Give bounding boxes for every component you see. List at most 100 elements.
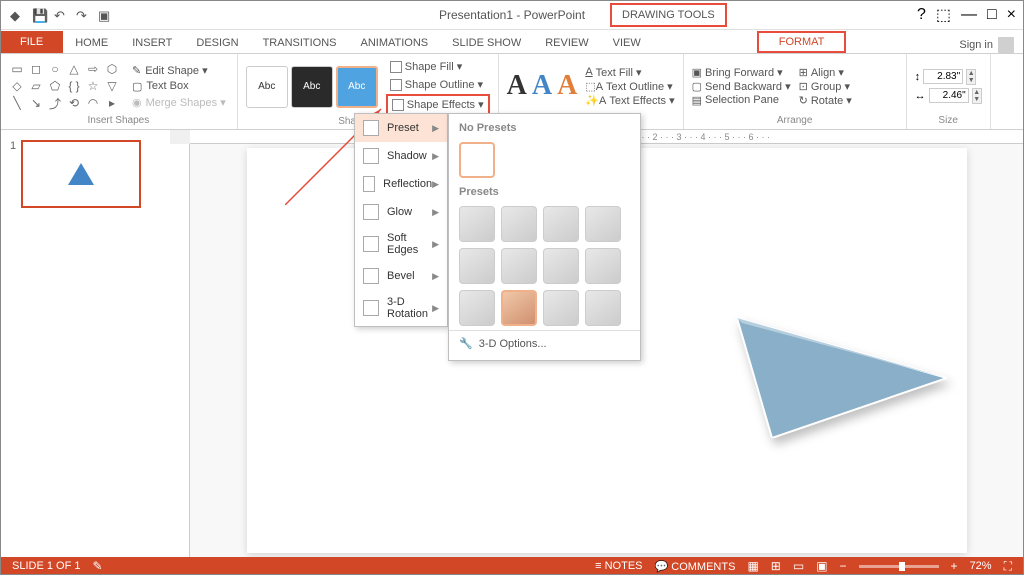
preset-swatch[interactable]	[585, 248, 621, 284]
shapes-gallery[interactable]: ▭◻○△⇨⬡ ◇▱⬠{ }☆▽ ╲↘⤴⟲◠▸	[8, 61, 121, 111]
text-outline-label: Text Outline ▾	[606, 80, 673, 93]
text-fill-button[interactable]: AText Fill ▾	[585, 66, 674, 79]
slide-panel[interactable]: 1	[0, 130, 170, 557]
chevron-right-icon: ▶	[432, 303, 439, 314]
preset-swatch[interactable]	[459, 290, 495, 326]
normal-view-icon[interactable]: ▦	[747, 559, 758, 573]
bring-forward-button[interactable]: ▣ Bring Forward ▾	[692, 66, 791, 79]
avatar-icon	[998, 37, 1014, 53]
shadow-icon	[363, 148, 379, 164]
shape-outline-button[interactable]: Shape Outline ▾	[386, 76, 490, 93]
effects-glow[interactable]: Glow ▶	[355, 198, 447, 226]
sign-in[interactable]: Sign in	[959, 37, 1014, 53]
group-button[interactable]: ⊡ Group ▾	[799, 80, 898, 93]
effects-bevel[interactable]: Bevel ▶	[355, 262, 447, 290]
effects-preset[interactable]: Preset ▶	[355, 114, 447, 142]
chevron-right-icon: ▶	[432, 207, 439, 218]
notes-button[interactable]: ≡ NOTES	[595, 560, 642, 572]
style-swatch-3[interactable]: Abc	[336, 66, 378, 108]
width-input[interactable]	[929, 88, 969, 103]
preset-none[interactable]	[459, 142, 495, 178]
effects-3drotation[interactable]: 3-D Rotation ▶	[355, 290, 447, 326]
text-effects-button[interactable]: ✨AText Effects ▾	[585, 94, 674, 107]
tab-review[interactable]: REVIEW	[533, 33, 600, 53]
maximize-icon[interactable]: □	[987, 6, 997, 24]
height-up[interactable]: ▲	[967, 70, 975, 77]
chevron-right-icon: ▶	[432, 239, 439, 250]
reading-view-icon[interactable]: ▭	[793, 559, 804, 573]
save-icon[interactable]: 💾	[32, 8, 46, 22]
redo-icon[interactable]: ↷	[76, 8, 90, 22]
sorter-view-icon[interactable]: ⊞	[771, 559, 781, 573]
zoom-in-icon[interactable]: +	[951, 559, 958, 573]
preset-swatch[interactable]	[459, 206, 495, 242]
text-outline-button[interactable]: ⬚AText Outline ▾	[585, 80, 674, 93]
spellcheck-icon[interactable]: ✎	[92, 559, 102, 573]
preset-swatch[interactable]	[543, 290, 579, 326]
drawing-tools-context: DRAWING TOOLS	[610, 3, 727, 27]
arrange-label: Arrange	[692, 114, 898, 127]
text-box-button[interactable]: ▢Text Box	[129, 79, 229, 94]
zoom-out-icon[interactable]: −	[840, 559, 847, 573]
fit-to-window-icon[interactable]: ⛶	[1004, 559, 1012, 574]
slide-thumbnail[interactable]	[21, 140, 141, 208]
shape-style-gallery[interactable]: Abc Abc Abc	[246, 66, 378, 108]
width-up[interactable]: ▲	[973, 89, 981, 96]
effects-reflection[interactable]: Reflection ▶	[355, 170, 447, 198]
effects-shadow[interactable]: Shadow ▶	[355, 142, 447, 170]
help-icon[interactable]: ?	[917, 6, 926, 24]
reflection-icon	[363, 176, 375, 192]
style-swatch-2[interactable]: Abc	[291, 66, 333, 108]
tab-format[interactable]: FORMAT	[757, 31, 847, 53]
height-input[interactable]	[923, 69, 963, 84]
height-down[interactable]: ▼	[967, 77, 975, 84]
titlebar: ◆ 💾 ↶ ↷ ▣ Presentation1 - PowerPoint DRA…	[0, 0, 1024, 30]
tab-home[interactable]: HOME	[63, 33, 120, 53]
slide-info: SLIDE 1 OF 1	[12, 560, 80, 572]
preset-swatch[interactable]	[585, 206, 621, 242]
close-icon[interactable]: ×	[1007, 6, 1016, 24]
preset-swatch[interactable]	[459, 248, 495, 284]
edit-shape-button[interactable]: ✎Edit Shape ▾	[129, 63, 229, 78]
tab-animations[interactable]: ANIMATIONS	[349, 33, 441, 53]
slide-thumb-number: 1	[10, 140, 16, 208]
height-icon: ↕	[915, 71, 921, 83]
style-swatch-1[interactable]: Abc	[246, 66, 288, 108]
zoom-slider[interactable]	[859, 565, 939, 568]
minimize-icon[interactable]: —	[961, 6, 977, 24]
3d-options-button[interactable]: 🔧 3-D Options...	[449, 330, 640, 356]
tab-slideshow[interactable]: SLIDE SHOW	[440, 33, 533, 53]
window-title: Presentation1 - PowerPoint	[439, 8, 585, 22]
options3d-icon: 🔧	[459, 337, 473, 350]
undo-icon[interactable]: ↶	[54, 8, 68, 22]
tab-design[interactable]: DESIGN	[184, 33, 250, 53]
wordart-gallery[interactable]: A A A	[507, 70, 578, 102]
tab-transitions[interactable]: TRANSITIONS	[251, 33, 349, 53]
preset-swatch[interactable]	[543, 206, 579, 242]
tab-insert[interactable]: INSERT	[120, 33, 184, 53]
triangle-shape[interactable]	[737, 318, 947, 438]
presets-label: Presets	[449, 182, 640, 202]
selection-pane-button[interactable]: ▤ Selection Pane	[692, 94, 791, 107]
preset-swatch[interactable]	[501, 206, 537, 242]
tab-file[interactable]: FILE	[0, 31, 63, 53]
effects-softedges[interactable]: Soft Edges ▶	[355, 226, 447, 262]
shape-effects-button[interactable]: Shape Effects ▾	[386, 94, 490, 115]
zoom-value[interactable]: 72%	[970, 560, 992, 572]
preset-icon	[363, 120, 379, 136]
preset-swatch[interactable]	[543, 248, 579, 284]
width-down[interactable]: ▼	[973, 96, 981, 103]
send-backward-button[interactable]: ▢ Send Backward ▾	[692, 80, 791, 93]
shape-fill-button[interactable]: Shape Fill ▾	[386, 58, 490, 75]
comments-button[interactable]: 💬 COMMENTS	[655, 560, 736, 573]
text-box-label: Text Box	[146, 80, 188, 92]
align-button[interactable]: ⊞ Align ▾	[799, 66, 898, 79]
rotate-button[interactable]: ↻ Rotate ▾	[799, 94, 898, 107]
start-show-icon[interactable]: ▣	[98, 8, 112, 22]
slideshow-view-icon[interactable]: ▣	[816, 559, 827, 573]
preset-swatch[interactable]	[585, 290, 621, 326]
preset-swatch-selected[interactable]	[501, 290, 537, 326]
ribbon-display-icon[interactable]: ⬚	[936, 5, 951, 25]
preset-swatch[interactable]	[501, 248, 537, 284]
tab-view[interactable]: VIEW	[601, 33, 653, 53]
